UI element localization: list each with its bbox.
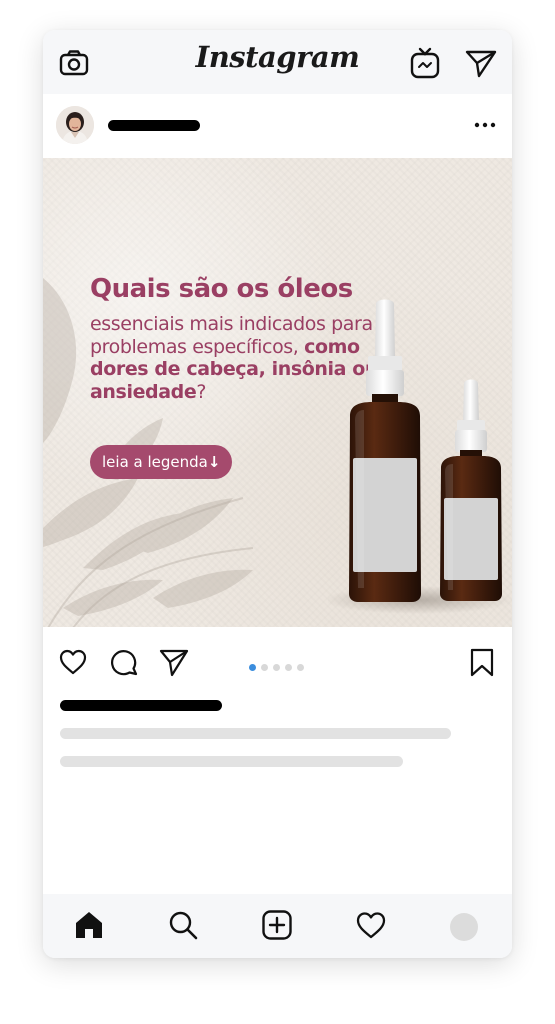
carousel-dot <box>273 664 280 671</box>
post-image[interactable]: Quais são os óleos essenciais mais indic… <box>43 158 512 627</box>
carousel-dot <box>297 664 304 671</box>
carousel-indicator <box>249 658 309 671</box>
carousel-dot <box>285 664 292 671</box>
home-icon[interactable] <box>73 909 105 941</box>
caption-placeholder-line <box>60 728 451 739</box>
slide-headline: Quais são os óleos <box>90 274 353 304</box>
down-arrow-icon: ↓ <box>207 453 221 471</box>
bottom-navigation <box>43 894 512 958</box>
carousel-dot <box>249 664 256 671</box>
small-dropper-bottle <box>440 379 502 601</box>
large-dropper-bottle <box>349 299 421 602</box>
body-question-mark: ? <box>196 380 207 403</box>
read-caption-label: leia a legenda <box>102 453 208 471</box>
post-actions <box>43 627 512 697</box>
top-bar: Instagram <box>43 30 512 94</box>
author-photo <box>56 106 94 144</box>
share-icon[interactable] <box>159 647 189 677</box>
phone-frame: Instagram Quais são os óleos essenciais … <box>43 30 512 958</box>
post-header <box>43 94 512 158</box>
read-caption-pill: leia a legenda↓ <box>90 445 233 479</box>
activity-icon[interactable] <box>355 909 387 941</box>
author-avatar[interactable] <box>56 106 94 144</box>
new-post-icon[interactable] <box>261 909 293 941</box>
profile-avatar[interactable] <box>450 913 478 941</box>
direct-message-icon[interactable] <box>464 46 498 80</box>
dropper-bottles-image <box>328 299 512 614</box>
more-options-icon[interactable] <box>473 116 497 134</box>
save-icon[interactable] <box>467 647 497 677</box>
igtv-icon[interactable] <box>408 46 442 80</box>
carousel-dot <box>261 664 268 671</box>
likes-placeholder[interactable] <box>60 700 222 711</box>
username-placeholder[interactable] <box>108 120 200 131</box>
comment-icon[interactable] <box>109 647 139 677</box>
search-icon[interactable] <box>167 909 199 941</box>
like-icon[interactable] <box>58 647 88 677</box>
caption-placeholder-line <box>60 756 403 767</box>
